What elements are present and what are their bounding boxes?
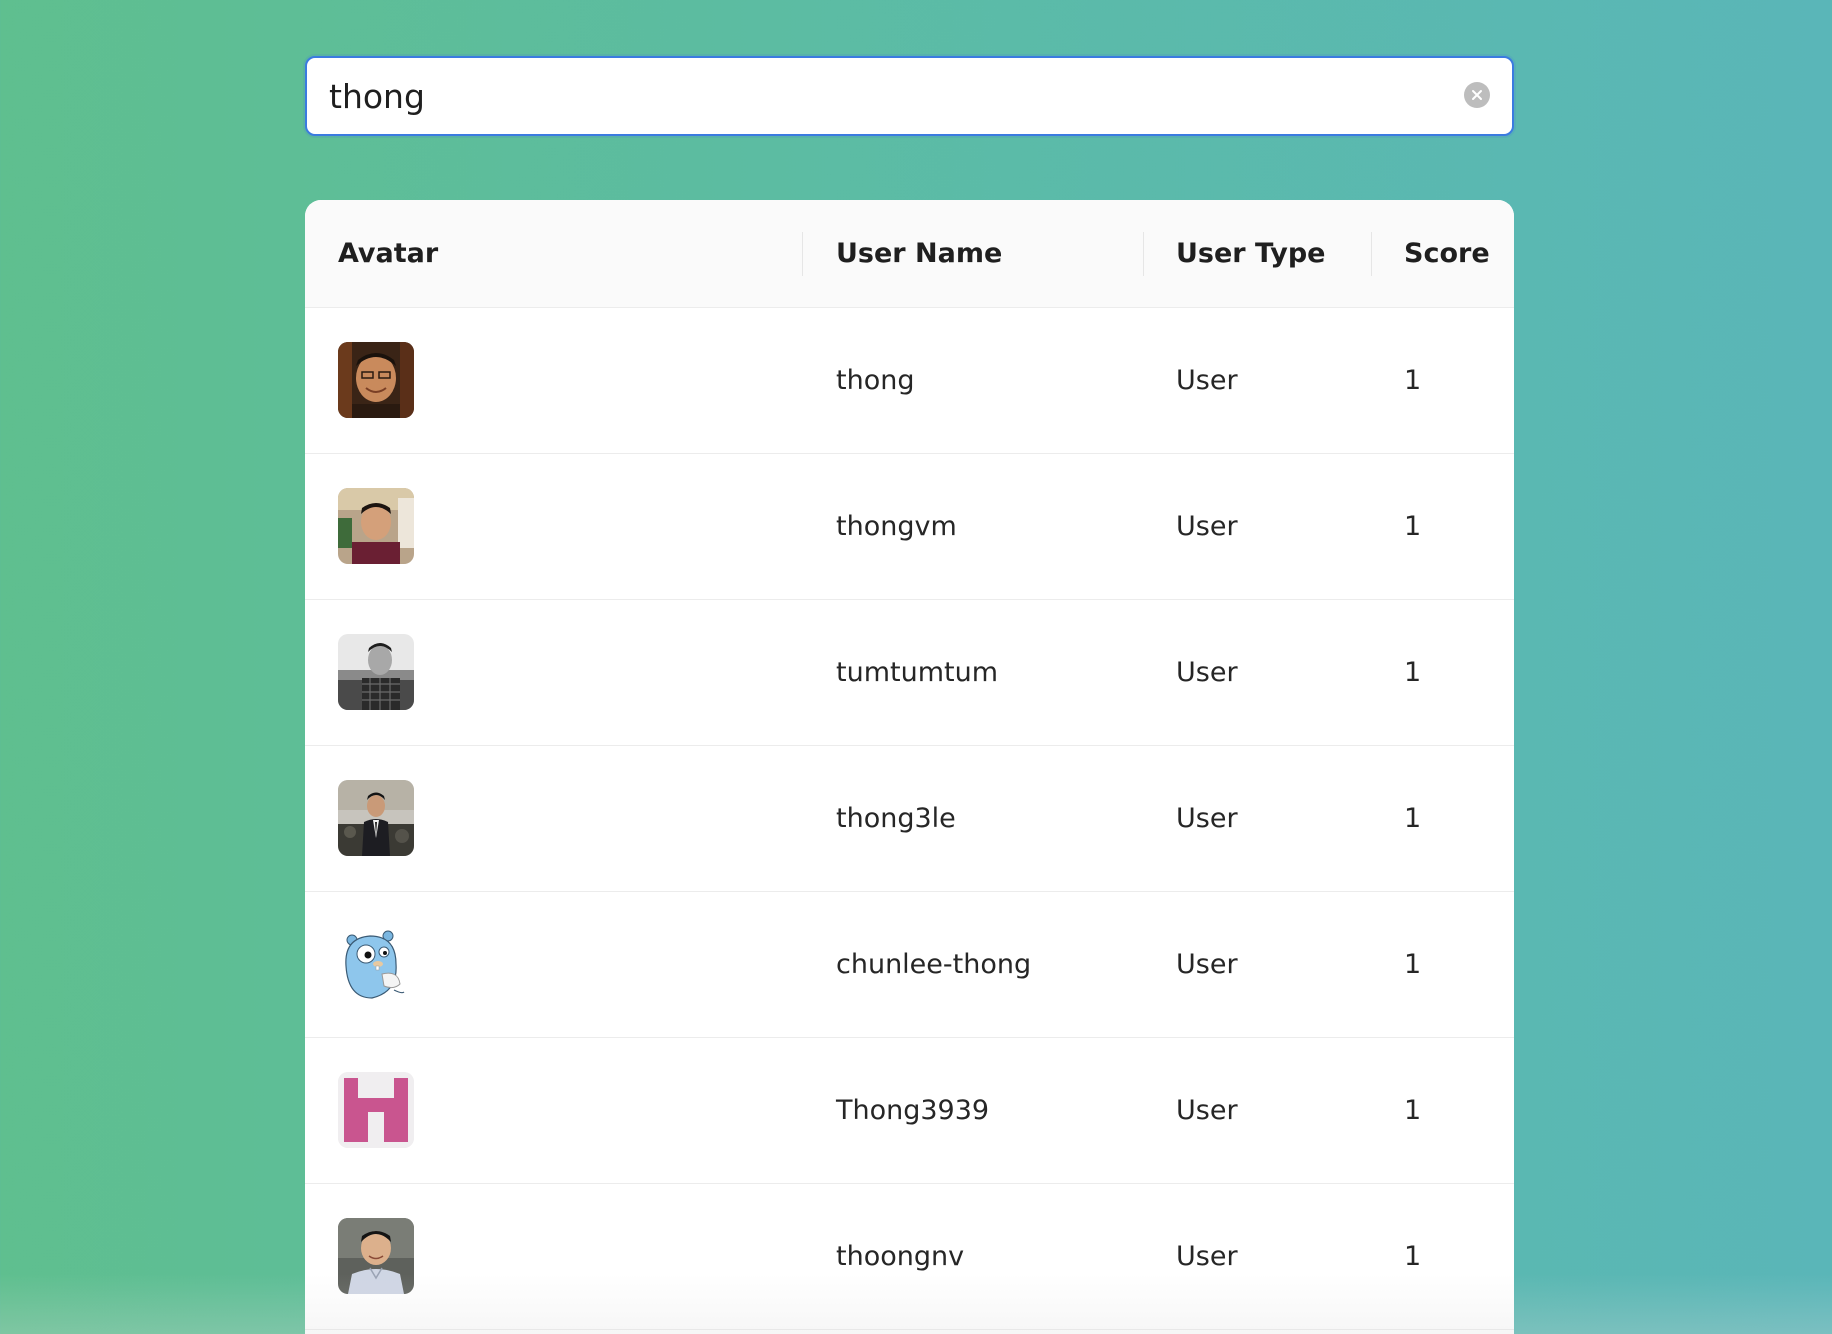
table-row[interactable]: thong User 1 [305,308,1514,454]
search-bar [305,56,1514,136]
table-row[interactable]: thong3le User 1 [305,746,1514,892]
column-divider [1143,232,1144,276]
avatar[interactable] [338,342,414,418]
cell-score: 1 [1404,657,1422,688]
cell-score: 1 [1404,511,1422,542]
cell-user-type: User [1176,511,1238,542]
table-body: thong User 1 thongvm User 1 tumtumtum Us… [305,308,1514,1330]
search-input[interactable] [329,58,1429,134]
column-header-user-type[interactable]: User Type [1176,200,1325,308]
avatar[interactable] [338,780,414,856]
column-header-user-name[interactable]: User Name [836,200,1002,308]
table-row[interactable]: thoongnv User 1 [305,1184,1514,1330]
table-row[interactable]: chunlee-thong User 1 [305,892,1514,1038]
cell-user-type: User [1176,1241,1238,1272]
cell-score: 1 [1404,803,1422,834]
cell-user-name[interactable]: chunlee-thong [836,892,1031,1038]
cell-user-name[interactable]: tumtumtum [836,600,998,746]
avatar[interactable] [338,1218,414,1294]
users-table: Avatar User Name User Type Score thong U… [305,200,1514,1334]
cell-score: 1 [1404,1095,1422,1126]
cell-user-type: User [1176,949,1238,980]
column-divider [1371,232,1372,276]
cell-user-name[interactable]: Thong3939 [836,1038,989,1184]
clear-search-button[interactable] [1464,82,1490,108]
table-row[interactable]: Thong3939 User 1 [305,1038,1514,1184]
identicon-icon [338,1072,414,1148]
avatar[interactable] [338,926,414,1002]
column-divider [802,232,803,276]
cell-score: 1 [1404,1241,1422,1272]
column-header-score[interactable]: Score [1404,200,1490,308]
cell-user-name[interactable]: thongvm [836,454,957,600]
cell-user-name[interactable]: thoongnv [836,1184,964,1330]
cell-user-name[interactable]: thong [836,308,914,454]
avatar[interactable] [338,1072,414,1148]
cell-user-type: User [1176,365,1238,396]
gopher-icon [338,926,414,1002]
cell-user-type: User [1176,1095,1238,1126]
cell-user-type: User [1176,803,1238,834]
close-icon [1472,90,1482,100]
table-row[interactable]: thongvm User 1 [305,454,1514,600]
cell-user-name[interactable]: thong3le [836,746,956,892]
table-row[interactable]: tumtumtum User 1 [305,600,1514,746]
avatar[interactable] [338,634,414,710]
cell-score: 1 [1404,365,1422,396]
cell-score: 1 [1404,949,1422,980]
cell-user-type: User [1176,657,1238,688]
avatar[interactable] [338,488,414,564]
column-header-avatar[interactable]: Avatar [338,200,438,308]
table-header: Avatar User Name User Type Score [305,200,1514,308]
